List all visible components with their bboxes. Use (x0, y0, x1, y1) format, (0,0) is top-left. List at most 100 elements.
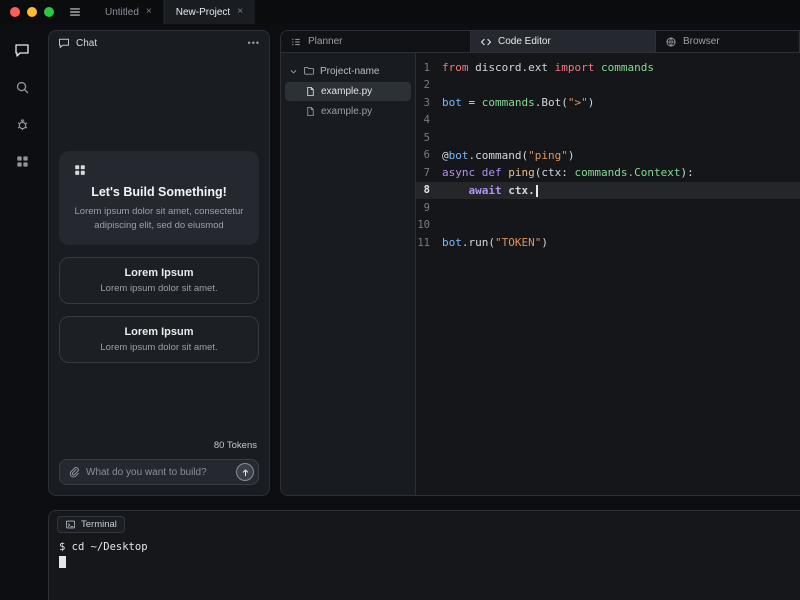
line-number: 4 (416, 114, 442, 126)
code-text: await ctx. (442, 184, 538, 197)
workspace-panel: Planner Code Editor Browser Proje (280, 30, 800, 496)
minimize-window-button[interactable] (27, 7, 37, 17)
bug-icon[interactable] (10, 112, 34, 136)
close-window-button[interactable] (10, 7, 20, 17)
chat-icon (58, 37, 70, 49)
welcome-body: Lorem ipsum dolor sit amet, consectetur … (73, 205, 245, 233)
line-number: 7 (416, 167, 442, 179)
line-number: 1 (416, 62, 442, 74)
file-name: example.py (321, 86, 372, 97)
browser-icon (665, 36, 677, 48)
code-lines: 1from discord.ext import commands23bot =… (416, 59, 800, 252)
tab-planner[interactable]: Planner (281, 31, 471, 52)
tree-folder-project[interactable]: Project-name (281, 61, 415, 81)
terminal-header: Terminal (49, 511, 800, 533)
line-number: 6 (416, 149, 442, 161)
tab-label: Code Editor (498, 36, 551, 47)
code-line[interactable]: 7async def ping(ctx: commands.Context): (416, 164, 800, 182)
suggestion-title: Lorem Ipsum (68, 267, 250, 279)
window-controls (10, 7, 54, 17)
suggestion-body: Lorem ipsum dolor sit amet. (68, 342, 250, 353)
line-number: 2 (416, 79, 442, 91)
code-text: from discord.ext import commands (442, 61, 654, 74)
terminal-command: cd ~/Desktop (72, 541, 148, 553)
tab-untitled[interactable]: Untitled × (94, 0, 164, 24)
folder-icon (303, 65, 315, 77)
folder-name: Project-name (320, 66, 379, 77)
tokens-count: 80 Tokens (59, 440, 259, 459)
code-line[interactable]: 1from discord.ext import commands (416, 59, 800, 77)
workspace-tab-bar: Planner Code Editor Browser (281, 31, 800, 53)
code-line[interactable]: 6@bot.command("ping") (416, 147, 800, 165)
terminal-panel: Terminal $ cd ~/Desktop (48, 510, 800, 600)
file-icon (305, 86, 316, 97)
terminal-icon (65, 519, 76, 530)
chat-icon[interactable] (10, 38, 34, 62)
search-icon[interactable] (10, 75, 34, 99)
line-number: 3 (416, 97, 442, 109)
chat-input-container (59, 459, 259, 485)
line-number: 8 (416, 184, 442, 196)
tree-file-example-py[interactable]: example.py (285, 102, 411, 121)
chat-panel-header: Chat ••• (49, 31, 269, 55)
close-tab-icon[interactable]: × (146, 7, 152, 17)
close-tab-icon[interactable]: × (237, 7, 243, 17)
code-line[interactable]: 11bot.run("TOKEN") (416, 234, 800, 252)
terminal-title: Terminal (81, 519, 117, 530)
tab-new-project[interactable]: New-Project × (164, 0, 255, 24)
code-text: @bot.command("ping") (442, 149, 574, 162)
tab-browser[interactable]: Browser (656, 31, 800, 52)
welcome-card: Let's Build Something! Lorem ipsum dolor… (59, 151, 259, 245)
code-line[interactable]: 2 (416, 77, 800, 95)
line-number: 5 (416, 132, 442, 144)
terminal-line: $ cd ~/Desktop (59, 541, 790, 553)
tab-label: Browser (683, 36, 720, 47)
window-tab-bar: Untitled × New-Project × (94, 0, 255, 24)
welcome-title: Let's Build Something! (73, 185, 245, 199)
tab-label: Planner (308, 36, 342, 47)
chat-panel-title: Chat (76, 38, 97, 49)
terminal-output[interactable]: $ cd ~/Desktop (49, 533, 800, 568)
code-text: async def ping(ctx: commands.Context): (442, 166, 694, 179)
code-line[interactable]: 4 (416, 112, 800, 130)
chat-body: Let's Build Something! Lorem ipsum dolor… (49, 55, 269, 495)
code-text: bot.run("TOKEN") (442, 236, 548, 249)
terminal-tab[interactable]: Terminal (57, 516, 125, 533)
chevron-down-icon (289, 67, 298, 76)
window-titlebar: Untitled × New-Project × (0, 0, 800, 24)
code-line[interactable]: 5 (416, 129, 800, 147)
suggestion-title: Lorem Ipsum (68, 326, 250, 338)
code-line[interactable]: 9 (416, 199, 800, 217)
apps-icon (73, 163, 245, 177)
suggestion-card[interactable]: Lorem Ipsum Lorem ipsum dolor sit amet. (59, 257, 259, 304)
menu-icon[interactable] (68, 5, 82, 19)
code-line[interactable]: 3bot = commands.Bot(">") (416, 94, 800, 112)
zoom-window-button[interactable] (44, 7, 54, 17)
tab-label: New-Project (176, 7, 230, 18)
tree-file-example-py[interactable]: example.py (285, 82, 411, 101)
file-icon (305, 106, 316, 117)
code-text: bot = commands.Bot(">") (442, 96, 594, 109)
terminal-cursor (59, 556, 66, 568)
line-number: 10 (416, 219, 442, 231)
code-line[interactable]: 8 await ctx. (416, 182, 800, 200)
left-icon-rail (0, 24, 44, 600)
planner-icon (290, 36, 302, 48)
more-options-button[interactable]: ••• (248, 38, 260, 48)
suggestion-body: Lorem ipsum dolor sit amet. (68, 283, 250, 294)
line-number: 11 (416, 237, 442, 249)
tab-label: Untitled (105, 7, 139, 18)
attachment-icon[interactable] (68, 466, 80, 478)
chat-input[interactable] (86, 467, 230, 478)
code-editor[interactable]: 1from discord.ext import commands23bot =… (416, 53, 800, 495)
editor-caret (536, 185, 538, 197)
terminal-prompt: $ (59, 541, 65, 553)
apps-icon[interactable] (10, 149, 34, 173)
line-number: 9 (416, 202, 442, 214)
suggestion-card[interactable]: Lorem Ipsum Lorem ipsum dolor sit amet. (59, 316, 259, 363)
file-name: example.py (321, 106, 372, 117)
tab-code-editor[interactable]: Code Editor (471, 31, 656, 52)
code-line[interactable]: 10 (416, 217, 800, 235)
send-button[interactable] (236, 463, 254, 481)
file-tree: Project-name example.py example.py (281, 53, 416, 495)
